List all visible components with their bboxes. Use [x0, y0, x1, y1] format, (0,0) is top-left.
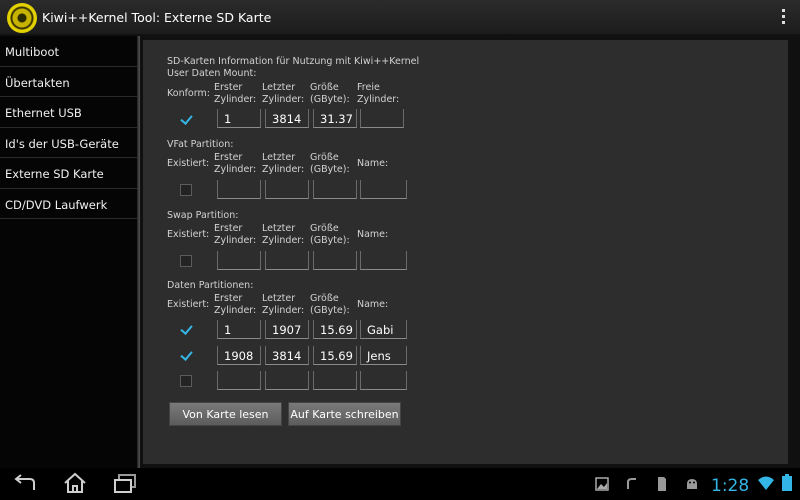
mount-free-cylinder-field[interactable]	[360, 109, 404, 128]
vfat-exists-label: Existiert:	[167, 158, 210, 169]
header-first-cylinder: Erster Zylinder:	[214, 82, 257, 105]
data-partitions-title: Daten Partitionen:	[167, 280, 254, 291]
data-row-2-first-field[interactable]: 1908	[217, 346, 261, 365]
data-header-first: Erster Zylinder:	[214, 293, 257, 316]
sd-card-panel: SD-Karten Information für Nutzung mit Ki…	[143, 40, 788, 464]
sidebar-item-ethernet-usb[interactable]: Ethernet USB	[0, 97, 137, 128]
data-row-3-size-field[interactable]	[313, 371, 357, 390]
data-header-last: Letzter Zylinder:	[262, 293, 305, 316]
data-row-1-first-field[interactable]: 1	[217, 320, 261, 339]
swap-header-name: Name:	[357, 229, 389, 240]
vfat-name-field[interactable]	[360, 180, 407, 199]
vfat-last-field[interactable]	[265, 180, 309, 199]
swap-title: Swap Partition:	[167, 210, 239, 221]
sidebar-item-externe-sd-karte[interactable]: Externe SD Karte	[0, 158, 137, 189]
data-header-name: Name:	[357, 299, 389, 310]
sidebar-item-uebertakten[interactable]: Übertakten	[0, 67, 137, 97]
app-title: Kiwi++Kernel Tool: Externe SD Karte	[42, 10, 272, 25]
data-row-3-first-field[interactable]	[217, 371, 261, 390]
home-icon[interactable]	[62, 472, 88, 494]
swap-header-last: Letzter Zylinder:	[262, 223, 305, 246]
sidebar: Multiboot Übertakten Ethernet USB Id's d…	[0, 36, 137, 468]
back-icon[interactable]	[12, 474, 38, 494]
vfat-title: VFat Partition:	[167, 139, 234, 150]
vfat-header-name: Name:	[357, 158, 389, 169]
data-row-1-name-field[interactable]: Gabi	[360, 320, 407, 339]
swap-size-field[interactable]	[313, 251, 357, 270]
data-row-2-checkbox[interactable]	[180, 349, 192, 361]
swap-last-field[interactable]	[265, 251, 309, 270]
system-bar	[0, 468, 800, 500]
data-row-2-last-field[interactable]: 3814	[265, 346, 309, 365]
vfat-first-field[interactable]	[217, 180, 261, 199]
kiwi-logo-icon[interactable]	[7, 3, 37, 33]
wifi-icon	[758, 476, 774, 490]
read-from-card-button[interactable]: Von Karte lesen	[169, 402, 282, 426]
header-free-cylinder: Freie Zylinder:	[357, 82, 400, 105]
overflow-menu-icon[interactable]	[780, 9, 786, 27]
data-row-1-last-field[interactable]: 1907	[265, 320, 309, 339]
konform-label: Konform:	[167, 88, 210, 99]
android-debug-icon[interactable]	[684, 476, 700, 492]
vfat-size-field[interactable]	[313, 180, 357, 199]
data-row-3-last-field[interactable]	[265, 371, 309, 390]
recent-apps-icon[interactable]	[113, 474, 137, 494]
data-row-1-size-field[interactable]: 15.69	[313, 320, 357, 339]
action-bar: Kiwi++Kernel Tool: Externe SD Karte	[0, 0, 800, 36]
mount-size-field[interactable]: 31.37	[313, 109, 357, 128]
user-mount-title: User Daten Mount:	[167, 68, 257, 79]
swap-header-first: Erster Zylinder:	[214, 223, 257, 246]
battery-icon	[782, 474, 792, 491]
gallery-notification-icon[interactable]	[595, 477, 609, 491]
data-row-3-checkbox[interactable]	[180, 375, 192, 387]
vfat-header-first: Erster Zylinder:	[214, 152, 257, 175]
sidebar-item-cd-dvd[interactable]: CD/DVD Laufwerk	[0, 189, 137, 219]
main-content: SD-Karten Information für Nutzung mit Ki…	[140, 36, 800, 468]
data-exists-label: Existiert:	[167, 299, 210, 310]
data-row-3-name-field[interactable]	[360, 371, 407, 390]
sync-notification-icon[interactable]	[625, 477, 639, 491]
data-header-size: Größe (GByte):	[310, 293, 350, 316]
sidebar-item-multiboot[interactable]: Multiboot	[0, 36, 137, 67]
swap-first-field[interactable]	[217, 251, 261, 270]
vfat-header-size: Größe (GByte):	[310, 152, 350, 175]
header-last-cylinder: Letzter Zylinder:	[262, 82, 305, 105]
konform-checkbox[interactable]	[180, 113, 192, 125]
swap-name-field[interactable]	[360, 251, 407, 270]
vfat-exists-checkbox[interactable]	[180, 184, 192, 196]
data-row-1-checkbox[interactable]	[180, 323, 192, 335]
vfat-header-last: Letzter Zylinder:	[262, 152, 305, 175]
header-size: Größe (GByte):	[310, 82, 350, 105]
write-to-card-button[interactable]: Auf Karte schreiben	[288, 402, 401, 426]
data-row-2-name-field[interactable]: Jens	[360, 346, 407, 365]
mount-last-cylinder-field[interactable]: 3814	[265, 109, 309, 128]
sd-card-notification-icon[interactable]	[657, 476, 667, 492]
swap-exists-checkbox[interactable]	[180, 255, 192, 267]
info-title: SD-Karten Information für Nutzung mit Ki…	[167, 56, 420, 67]
data-row-2-size-field[interactable]: 15.69	[313, 346, 357, 365]
swap-header-size: Größe (GByte):	[310, 223, 350, 246]
sidebar-item-usb-ids[interactable]: Id's der USB-Geräte	[0, 128, 137, 158]
clock[interactable]: 1:28	[711, 476, 749, 496]
mount-first-cylinder-field[interactable]: 1	[217, 109, 261, 128]
swap-exists-label: Existiert:	[167, 229, 210, 240]
